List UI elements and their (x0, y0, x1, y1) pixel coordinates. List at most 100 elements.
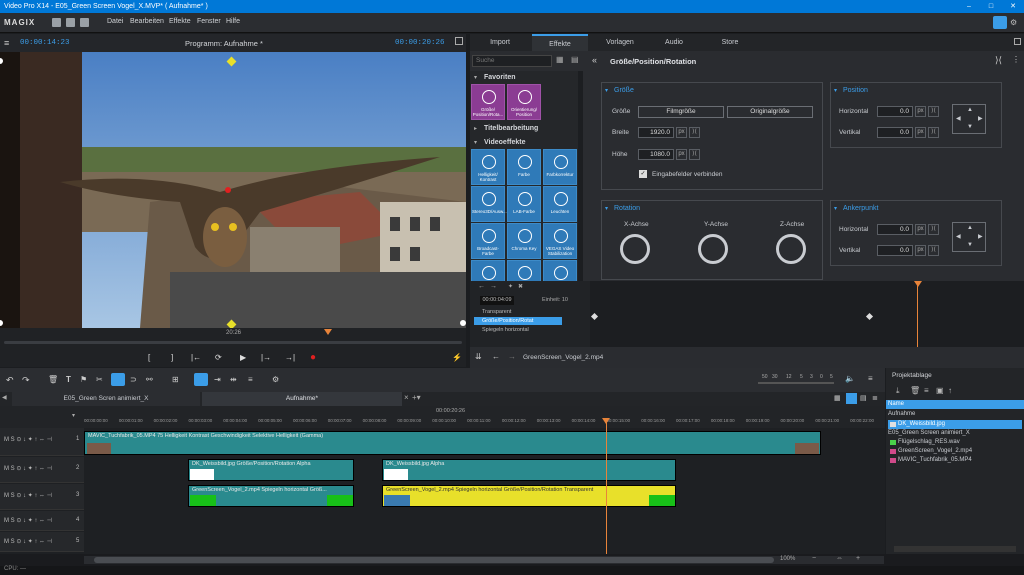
go-to-end-button[interactable]: →| (285, 353, 295, 362)
delete-keyframe-icon[interactable]: ✖ (518, 283, 523, 290)
fx-tile-broadcast[interactable]: Broadcast-Farbe (471, 223, 505, 259)
tab-audio[interactable]: Audio (646, 34, 702, 51)
add-tab-icon[interactable]: +▾ (412, 393, 421, 402)
collapse-chevron-icon[interactable]: ⟩⟨ (995, 55, 1002, 66)
back-chevron-icon[interactable]: « (592, 55, 597, 65)
fx-tile-farbe[interactable]: Farbe (507, 149, 541, 185)
tab-scroll-left-icon[interactable]: ◀ (2, 394, 7, 401)
track-header-3[interactable]: M S ⊙ ↓ ✦ ↑ ⇔ ⊣ 3 (0, 484, 84, 510)
loop-button[interactable]: ⟳ (215, 353, 222, 362)
group-icon[interactable]: ⊃ (130, 375, 137, 384)
maximize-preview-icon[interactable] (455, 37, 463, 45)
collapse-icon[interactable]: ▾ (834, 205, 837, 212)
fx-tile-more-1[interactable] (471, 260, 505, 281)
magnet-button[interactable] (111, 373, 125, 386)
track-header-1[interactable]: M S ⊙ ↓ ✦ ↑ ⇔ ⊣ 1 (0, 428, 84, 456)
track-header-5[interactable]: M S ⊙ ↓ ✦ ↑ ⇔ ⊣ 5 (0, 532, 84, 552)
track-controls[interactable]: M S ⊙ ↓ ✦ ↑ ⇔ ⊣ (4, 492, 52, 499)
range-tool-icon[interactable]: ⇥ (214, 375, 221, 384)
stretch-tool-icon[interactable]: ⇹ (230, 375, 237, 384)
keyframe-track[interactable] (590, 281, 1024, 347)
tab-aufnahme[interactable]: Aufnahme* (202, 392, 402, 406)
tab-import[interactable]: Import (470, 34, 530, 51)
filmgroesse-button[interactable]: Filmgröße (638, 106, 724, 118)
fx-tile-farbkorrektur[interactable]: Farbkorrektur (543, 149, 577, 185)
go-to-start-button[interactable]: |← (191, 353, 201, 362)
timeline-playhead[interactable] (606, 418, 607, 556)
close-tab-icon[interactable]: × (404, 393, 409, 402)
position-arrow-pad[interactable]: ▲ ◀ ▶ ▼ (952, 104, 986, 134)
anchor-arrow-pad[interactable]: ▲ ◀ ▶ ▼ (952, 222, 986, 252)
track-controls[interactable]: M S ⊙ ↓ ✦ ↑ ⇔ ⊣ (4, 517, 52, 524)
anchor-v-input[interactable]: 0.0 (877, 245, 913, 256)
up-icon[interactable]: ↑ (948, 386, 952, 395)
settings-icon[interactable]: ⚙ (1010, 18, 1017, 27)
expand-icon[interactable]: ⇊ (475, 352, 482, 361)
position-v-unit[interactable]: px (915, 127, 926, 138)
timeline-menu-icon[interactable]: ≡ (868, 374, 873, 383)
detach-panel-icon[interactable] (1014, 38, 1021, 45)
workspace-button[interactable] (993, 16, 1007, 29)
view-mode-icon-3[interactable]: ▤ (860, 394, 867, 402)
next-frame-button[interactable]: |→ (261, 353, 271, 362)
play-button[interactable]: ▶ (240, 353, 246, 362)
save-icon[interactable] (66, 18, 75, 27)
collapse-icon[interactable]: ▾ (605, 87, 608, 94)
position-v-reset-icon[interactable]: ⟩⟨ (928, 127, 939, 138)
project-item-fluegelschlag[interactable]: Flügelschlag_RES.wav (888, 438, 1022, 447)
project-column-header[interactable]: Name (886, 400, 1024, 409)
track-controls[interactable]: M S ⊙ ↓ ✦ ↑ ⇔ ⊣ (4, 436, 52, 443)
fx-tile-lab-farbe[interactable]: LAB-Farbe (507, 186, 541, 222)
scrub-marker[interactable] (324, 329, 332, 335)
clip-greenscreen-2[interactable]: GreenScreen_Vogel_2.mp4 Spiegeln horizon… (382, 485, 676, 507)
effect-browser-scrollbar[interactable] (578, 71, 583, 281)
hamburger-icon[interactable]: ≡ (4, 38, 9, 48)
link-fields-checkbox[interactable]: ✓ (639, 170, 647, 178)
category-favoriten[interactable]: Favoriten (484, 74, 516, 81)
height-unit[interactable]: px (676, 149, 687, 160)
project-scrollbar[interactable] (894, 546, 1016, 552)
record-button[interactable]: ● (310, 352, 316, 363)
playhead-handle[interactable] (602, 418, 610, 424)
video-preview[interactable] (0, 52, 466, 328)
title-icon[interactable]: T (66, 375, 71, 384)
panel-menu-icon[interactable]: ⋮ (1012, 55, 1020, 64)
delete-icon[interactable]: 🗑 (48, 375, 58, 384)
zoom-level[interactable]: 100% (780, 556, 795, 562)
project-item-weissbild[interactable]: DK_Weissbild.jpg (888, 420, 1022, 429)
menu-bearbeiten[interactable]: Bearbeiten (130, 18, 164, 25)
fx-tile-chroma-key[interactable]: Chroma Key (507, 223, 541, 259)
forward-icon[interactable]: → (508, 352, 516, 361)
settings-tool-icon[interactable]: ⚙ (272, 375, 279, 384)
position-h-input[interactable]: 0.0 (877, 106, 913, 117)
redo-icon[interactable]: ↷ (22, 375, 30, 386)
view-mode-icon-2[interactable] (846, 393, 857, 404)
zoom-fit-icon[interactable]: ⇔ (836, 555, 843, 562)
menu-hilfe[interactable]: Hilfe (226, 18, 240, 25)
delete-item-icon[interactable]: 🗑 (910, 386, 920, 395)
height-input[interactable]: 1080.0 (638, 149, 674, 160)
fx-tile-helligkeit[interactable]: Helligkeit/ Kontrast (471, 149, 505, 185)
trim-tool-icon[interactable]: ≡ (248, 375, 253, 384)
anchor-h-unit[interactable]: px (915, 224, 926, 235)
collapse-icon[interactable]: ▾ (605, 205, 608, 212)
list-view-icon[interactable]: ▤ (571, 55, 579, 64)
y-axis-rotation-knob[interactable] (698, 234, 728, 264)
arrow-right-icon[interactable]: ▶ (978, 115, 983, 122)
tab-e05-green-screen[interactable]: E05_Green Scren animiert_X (12, 392, 200, 406)
tab-store[interactable]: Store (702, 34, 758, 51)
menu-datei[interactable]: Datei (107, 18, 123, 25)
z-axis-rotation-knob[interactable] (776, 234, 806, 264)
undo-icon[interactable]: ↶ (6, 375, 14, 386)
mouse-mode-button[interactable] (194, 373, 208, 386)
category-videoeffekte[interactable]: Videoeffekte (484, 139, 526, 146)
corner-handle-br[interactable] (460, 320, 466, 326)
fx-tile-leuchten[interactable]: Leuchten (543, 186, 577, 222)
keyframe-playhead-handle[interactable] (914, 281, 922, 287)
maximize-button[interactable]: □ (980, 0, 1002, 13)
track-header-4[interactable]: M S ⊙ ↓ ✦ ↑ ⇔ ⊣ 4 (0, 511, 84, 531)
clip-mavic-tuchfabrik[interactable]: MAVIC_Tuchfabrik_05.MP4 75 Helligkeit Ko… (84, 431, 821, 455)
track-controls[interactable]: M S ⊙ ↓ ✦ ↑ ⇔ ⊣ (4, 465, 52, 472)
kf-row-transparent[interactable]: Transparent (474, 308, 562, 316)
fx-tile-stereo3d[interactable]: Stereo3D/Ausw... (471, 186, 507, 222)
